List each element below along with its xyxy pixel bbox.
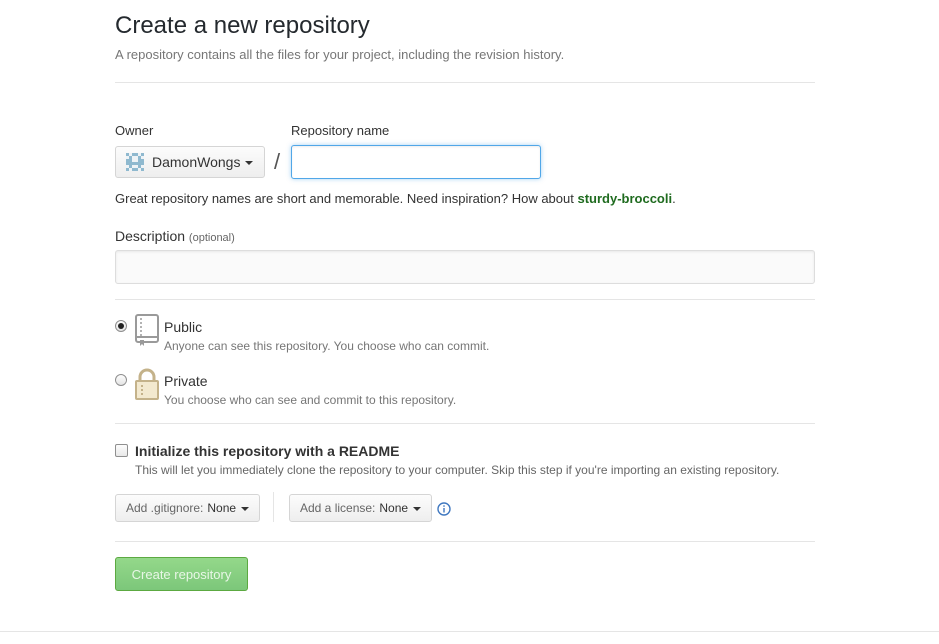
optional-tag: (optional) <box>188 232 235 244</box>
private-radio[interactable] <box>115 374 127 386</box>
license-dropdown[interactable]: Add a license: None <box>289 494 433 522</box>
private-title: Private <box>164 373 208 389</box>
gitignore-value: None <box>207 501 237 515</box>
description-input[interactable] <box>115 250 815 284</box>
owner-avatar <box>126 153 144 171</box>
options-divider <box>115 541 815 542</box>
footer-divider <box>0 631 939 632</box>
owner-label: Owner <box>115 123 154 138</box>
readme-note: This will let you immediately clone the … <box>135 463 780 477</box>
chevron-down-icon <box>241 507 250 511</box>
page-title: Create a new repository <box>115 12 370 39</box>
gitignore-dropdown[interactable]: Add .gitignore: None <box>115 494 261 522</box>
readme-checkbox[interactable] <box>115 444 128 457</box>
owner-repo-separator: / <box>274 149 281 174</box>
public-note: Anyone can see this repository. You choo… <box>164 339 490 353</box>
owner-dropdown[interactable]: DamonWongs <box>115 146 265 178</box>
private-note: You choose who can see and commit to thi… <box>164 393 457 407</box>
license-value: None <box>379 501 409 515</box>
page-subtitle: A repository contains all the files for … <box>115 47 565 62</box>
info-icon[interactable] <box>437 502 451 516</box>
visibility-divider <box>115 423 815 424</box>
new-repository-page: Create a new repository A repository con… <box>0 0 939 644</box>
chevron-down-icon <box>413 507 422 511</box>
repo-name-hint: Great repository names are short and mem… <box>115 190 676 208</box>
description-label: Description (optional) <box>115 227 235 247</box>
repo-name-label: Repository name <box>291 123 390 138</box>
dropdown-separator <box>273 492 274 522</box>
description-divider <box>115 299 815 300</box>
create-repository-button[interactable]: Create repository <box>115 557 248 591</box>
readme-title: Initialize this repository with a README <box>135 443 400 459</box>
description-label-text: Description <box>115 228 186 244</box>
repo-book-icon <box>135 314 159 346</box>
public-radio[interactable] <box>115 320 127 332</box>
chevron-down-icon <box>245 161 254 165</box>
owner-name: DamonWongs <box>152 154 241 170</box>
public-title: Public <box>164 319 203 335</box>
name-suggestion-link[interactable]: sturdy-broccoli <box>577 191 672 206</box>
header-divider <box>115 82 815 83</box>
lock-icon <box>135 368 159 400</box>
hint-end: . <box>672 191 676 206</box>
hint-text: Great repository names are short and mem… <box>115 191 578 206</box>
gitignore-label: Add .gitignore: <box>126 501 204 515</box>
license-label: Add a license: <box>300 501 376 515</box>
repo-name-input[interactable] <box>291 145 541 179</box>
